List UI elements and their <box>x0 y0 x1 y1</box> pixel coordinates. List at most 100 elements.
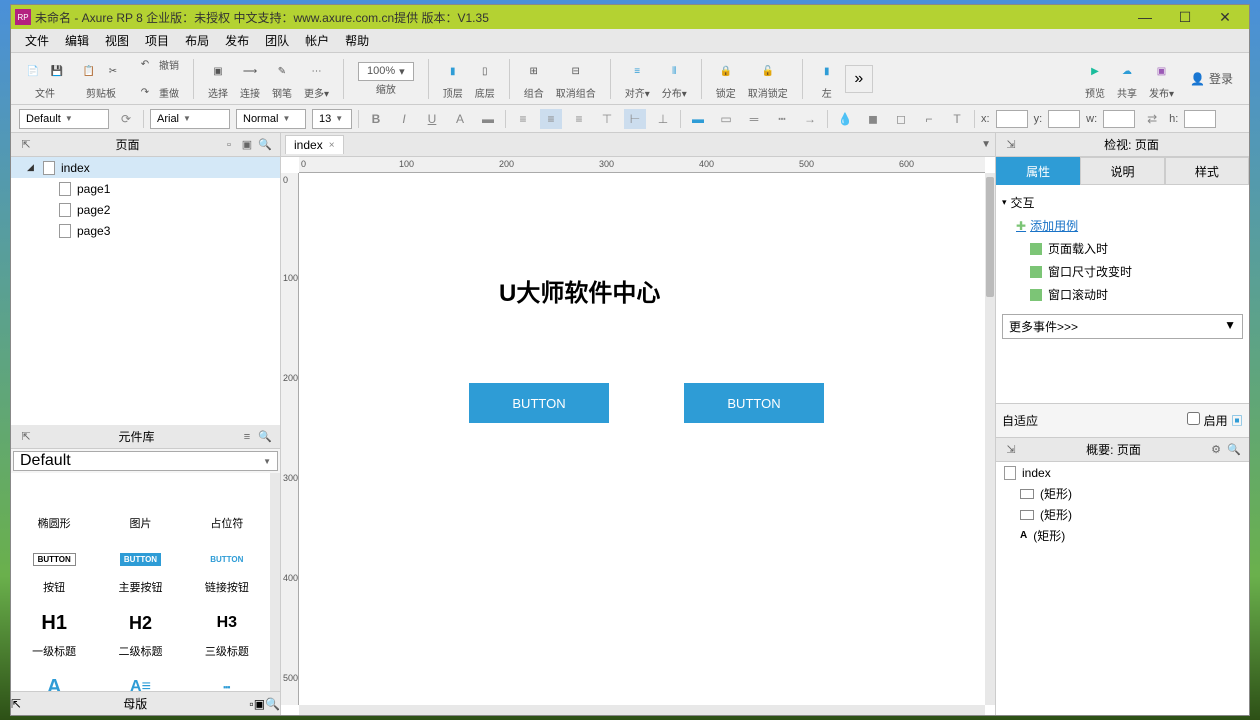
zoom-combo[interactable]: 100%▾ <box>358 62 414 81</box>
close-button[interactable]: ✕ <box>1205 5 1245 29</box>
collapse-icon[interactable]: ⇱ <box>17 428 35 446</box>
menu-project[interactable]: 项目 <box>137 32 177 49</box>
save-icon[interactable]: 💾 <box>47 61 67 81</box>
add-folder-icon[interactable]: ▣ <box>238 136 256 154</box>
lock-aspect-icon[interactable]: ⇄ <box>1141 109 1163 129</box>
underline-button[interactable]: U <box>421 109 443 129</box>
widget-h1[interactable]: H1一级标题 <box>11 601 97 665</box>
canvas[interactable]: U大师软件中心 BUTTON BUTTON <box>299 173 985 705</box>
arrow-button[interactable]: → <box>799 109 821 129</box>
page-row-index[interactable]: ◢index <box>11 157 280 178</box>
line-width-button[interactable]: ═ <box>743 109 765 129</box>
widget-more[interactable]: A≡ <box>97 665 183 691</box>
weight-combo[interactable]: Normal▼ <box>236 109 306 129</box>
cut-icon[interactable]: ✂ <box>103 61 123 81</box>
align-middle-button[interactable]: ⊢ <box>624 109 646 129</box>
highlight-button[interactable]: ▬ <box>477 109 499 129</box>
collapse-icon[interactable]: ⇲ <box>1002 136 1020 154</box>
paste-icon[interactable]: 📋 <box>79 61 99 81</box>
border-color-button[interactable]: ▭ <box>715 109 737 129</box>
canvas-heading[interactable]: U大师软件中心 <box>499 273 660 308</box>
front-icon[interactable]: ▮ <box>443 61 463 81</box>
new-file-icon[interactable]: 📄 <box>23 61 43 81</box>
toolbar-overflow-button[interactable]: » <box>845 65 873 93</box>
login-button[interactable]: 👤登录 <box>1182 70 1241 87</box>
outline-item[interactable]: (矩形) <box>996 483 1249 504</box>
canvas-tab[interactable]: index× <box>285 135 344 154</box>
menu-publish[interactable]: 发布 <box>217 32 257 49</box>
menu-view[interactable]: 视图 <box>97 32 137 49</box>
menu-account[interactable]: 帐户 <box>297 32 337 49</box>
collapse-icon[interactable]: ⇱ <box>17 136 35 154</box>
font-combo[interactable]: Arial▼ <box>150 109 230 129</box>
page-row[interactable]: page3 <box>11 220 280 241</box>
fill-color-button[interactable]: ▬ <box>687 109 709 129</box>
menu-team[interactable]: 团队 <box>257 32 297 49</box>
widget-ellipse[interactable]: 椭圆形 <box>11 473 97 537</box>
preview-icon[interactable]: ▶ <box>1085 61 1105 81</box>
text-shadow-button[interactable]: T <box>946 109 968 129</box>
canvas-button-1[interactable]: BUTTON <box>469 383 609 423</box>
style-reset-icon[interactable]: ⟳ <box>115 109 137 129</box>
widget-link-button[interactable]: BUTTON链接按钮 <box>184 537 270 601</box>
share-icon[interactable]: ☁ <box>1117 61 1137 81</box>
widget-primary-button[interactable]: BUTTON主要按钮 <box>97 537 183 601</box>
adaptive-settings-icon[interactable]: ▣ <box>1231 414 1243 428</box>
canvas-button-2[interactable]: BUTTON <box>684 383 824 423</box>
style-combo[interactable]: Default▼ <box>19 109 109 129</box>
shadow-in-button[interactable]: ◻ <box>890 109 912 129</box>
tab-properties[interactable]: 属性 <box>996 157 1080 185</box>
canvas-scrollbar-h[interactable] <box>299 705 985 715</box>
menu-help[interactable]: 帮助 <box>337 32 377 49</box>
filter-icon[interactable]: ⚙ <box>1207 441 1225 459</box>
undo-icon[interactable]: ↶ <box>135 55 155 75</box>
tab-menu-icon[interactable]: ▼ <box>981 139 991 150</box>
tab-style[interactable]: 样式 <box>1165 157 1249 185</box>
menu-edit[interactable]: 编辑 <box>57 32 97 49</box>
publish-icon[interactable]: ▣ <box>1152 61 1172 81</box>
page-row[interactable]: page2 <box>11 199 280 220</box>
search-icon[interactable]: 🔍 <box>256 428 274 446</box>
group-icon[interactable]: ⊞ <box>524 61 544 81</box>
y-input[interactable] <box>1048 110 1080 128</box>
outline-item[interactable]: A(矩形) <box>996 525 1249 546</box>
h-input[interactable] <box>1184 110 1216 128</box>
align-left-icon[interactable]: ▮ <box>817 61 837 81</box>
align-top-button[interactable]: ⊤ <box>596 109 618 129</box>
widget-placeholder[interactable]: 占位符 <box>184 473 270 537</box>
x-input[interactable] <box>996 110 1028 128</box>
back-icon[interactable]: ▯ <box>475 61 495 81</box>
search-icon[interactable]: 🔍 <box>256 136 274 154</box>
bold-button[interactable]: B <box>365 109 387 129</box>
more-icon[interactable]: ⋯ <box>307 61 327 81</box>
align-icon[interactable]: ≡ <box>627 61 647 81</box>
unlock-icon[interactable]: 🔓 <box>758 61 778 81</box>
close-tab-icon[interactable]: × <box>329 140 335 151</box>
w-input[interactable] <box>1103 110 1135 128</box>
minimize-button[interactable]: — <box>1125 5 1165 29</box>
corner-radius-button[interactable]: ⌐ <box>918 109 940 129</box>
more-events-dropdown[interactable]: 更多事件>>>▼ <box>1002 314 1243 339</box>
maximize-button[interactable]: ☐ <box>1165 5 1205 29</box>
outline-root[interactable]: index <box>996 462 1249 483</box>
size-combo[interactable]: 13▼ <box>312 109 352 129</box>
pen-icon[interactable]: ✎ <box>272 61 292 81</box>
align-right-button[interactable]: ≡ <box>568 109 590 129</box>
collapse-icon[interactable]: ⇲ <box>1002 441 1020 459</box>
widget-h2[interactable]: H2二级标题 <box>97 601 183 665</box>
lib-menu-icon[interactable]: ≡ <box>238 428 256 446</box>
align-center-button[interactable]: ≡ <box>540 109 562 129</box>
library-dropdown[interactable]: Default▼ <box>13 451 278 471</box>
lock-icon[interactable]: 🔒 <box>716 61 736 81</box>
event-window-resize[interactable]: 窗口尺寸改变时 <box>1002 260 1243 283</box>
add-page-icon[interactable]: ▫ <box>220 136 238 154</box>
redo-icon[interactable]: ↷ <box>135 83 155 103</box>
event-window-scroll[interactable]: 窗口滚动时 <box>1002 283 1243 306</box>
shadow-out-button[interactable]: ◼ <box>862 109 884 129</box>
library-scrollbar[interactable] <box>270 473 280 691</box>
widget-button[interactable]: BUTTON按钮 <box>11 537 97 601</box>
tab-notes[interactable]: 说明 <box>1080 157 1164 185</box>
connect-icon[interactable]: ⟶ <box>240 61 260 81</box>
outline-item[interactable]: (矩形) <box>996 504 1249 525</box>
italic-button[interactable]: I <box>393 109 415 129</box>
